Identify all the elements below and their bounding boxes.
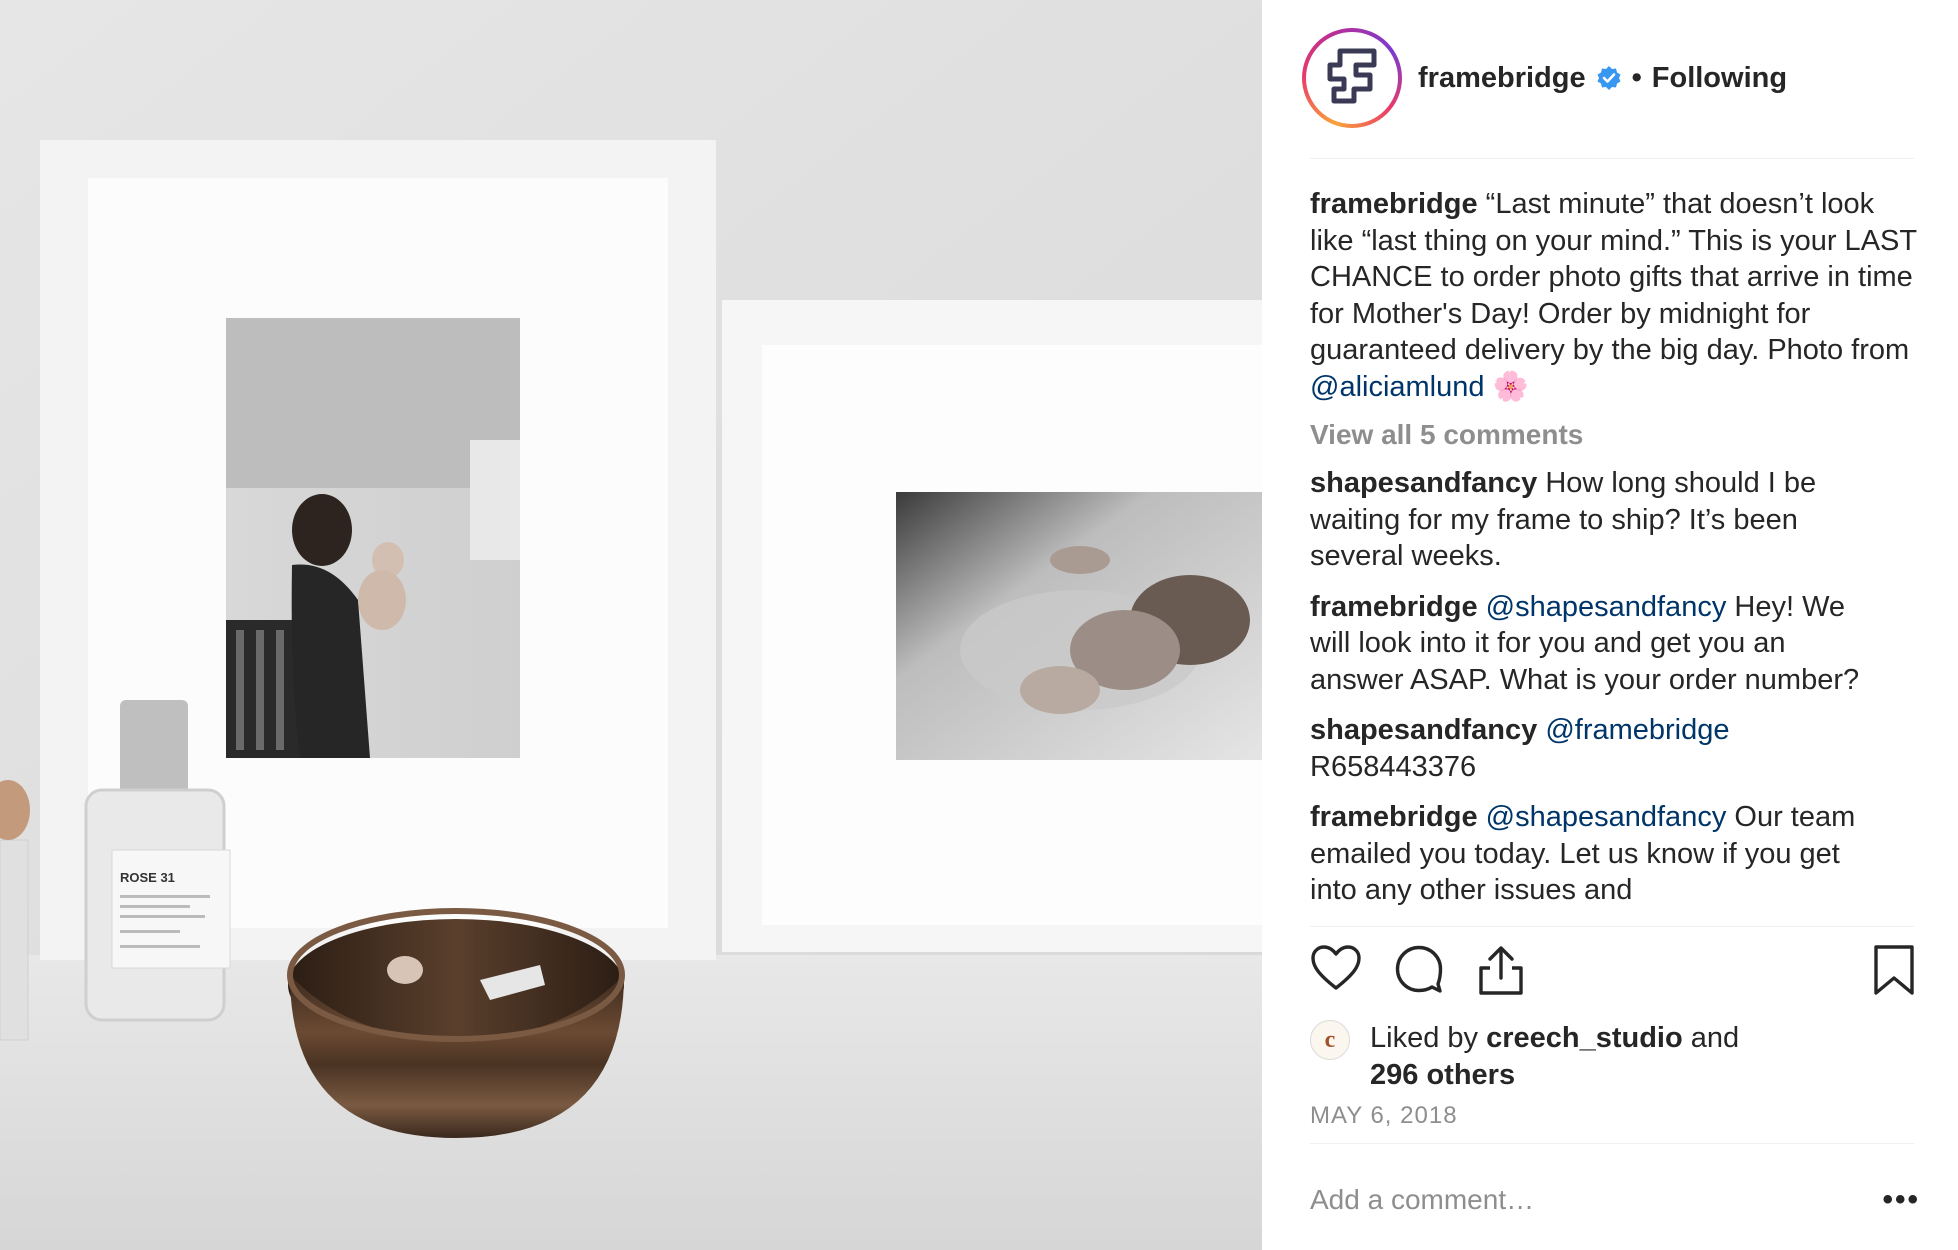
post-caption: framebridge “Last minute” that doesn’t l… [1310,186,1920,405]
comment-username[interactable]: shapesandfancy [1310,467,1537,499]
post-date[interactable]: MAY 6, 2018 [1310,1102,1458,1130]
post-username[interactable]: framebridge [1418,62,1586,95]
profile-avatar[interactable] [1302,28,1402,128]
flower-emoji: 🌸 [1492,370,1529,403]
likes-summary: c Liked by creech_studio and 296 others [1310,1020,1920,1093]
likes-others-link[interactable]: 296 others [1370,1059,1515,1091]
header-separator: • [1631,61,1642,94]
action-bar [1310,944,1920,1002]
comment-text: R658443376 [1310,750,1477,783]
comment-mention[interactable]: @shapesandfancy [1478,591,1727,623]
add-comment-input[interactable]: Add a comment… [1310,1184,1882,1216]
framebridge-logo-icon [1327,48,1377,104]
header-divider [1310,158,1914,159]
comment-username[interactable]: shapesandfancy [1310,714,1537,746]
verified-badge-icon [1597,66,1621,90]
post-header: framebridge • Following [1302,24,1922,132]
post-photo: ROSE 31 [0,0,1262,1250]
comment-mention[interactable]: @framebridge [1537,714,1729,746]
likes-middle: and [1682,1022,1740,1054]
likes-prefix: Liked by [1370,1022,1487,1054]
post-side-panel: framebridge • Following framebridge “Las… [1262,0,1958,1250]
comment-username[interactable]: framebridge [1310,591,1478,623]
date-divider [1310,1143,1914,1144]
liker-username[interactable]: creech_studio [1486,1022,1683,1054]
comment-mention[interactable]: @shapesandfancy [1478,801,1727,833]
heart-icon[interactable] [1310,944,1362,992]
liker-avatar[interactable]: c [1310,1020,1350,1060]
comment-item: framebridge @shapesandfancy Our team ema… [1310,799,1870,909]
bottle-label: ROSE 31 [120,870,175,885]
share-icon[interactable] [1476,944,1526,996]
more-options-icon[interactable]: ••• [1882,1183,1920,1217]
view-all-comments-link[interactable]: View all 5 comments [1310,419,1920,451]
comment-item: shapesandfancy How long should I be wait… [1310,465,1870,575]
framebridge-logo [1306,32,1398,124]
right-frame [722,300,1262,952]
caption-mention[interactable]: @aliciamlund [1310,371,1485,403]
photo-illustration: ROSE 31 [0,0,1262,1250]
comments-divider [1310,926,1914,927]
bookmark-icon[interactable] [1872,944,1916,996]
comment-username[interactable]: framebridge [1310,801,1478,833]
comments-section[interactable]: framebridge “Last minute” that doesn’t l… [1310,186,1920,926]
following-button[interactable]: Following [1652,62,1787,95]
add-comment-bar: Add a comment… ••• [1310,1172,1920,1228]
likes-text: Liked by creech_studio and 296 others [1370,1020,1739,1093]
comment-item: shapesandfancy @framebridge R658443376 [1310,712,1870,785]
caption-username[interactable]: framebridge [1310,188,1478,220]
comment-icon[interactable] [1394,944,1444,994]
comment-item: framebridge @shapesandfancy Hey! We will… [1310,589,1870,699]
